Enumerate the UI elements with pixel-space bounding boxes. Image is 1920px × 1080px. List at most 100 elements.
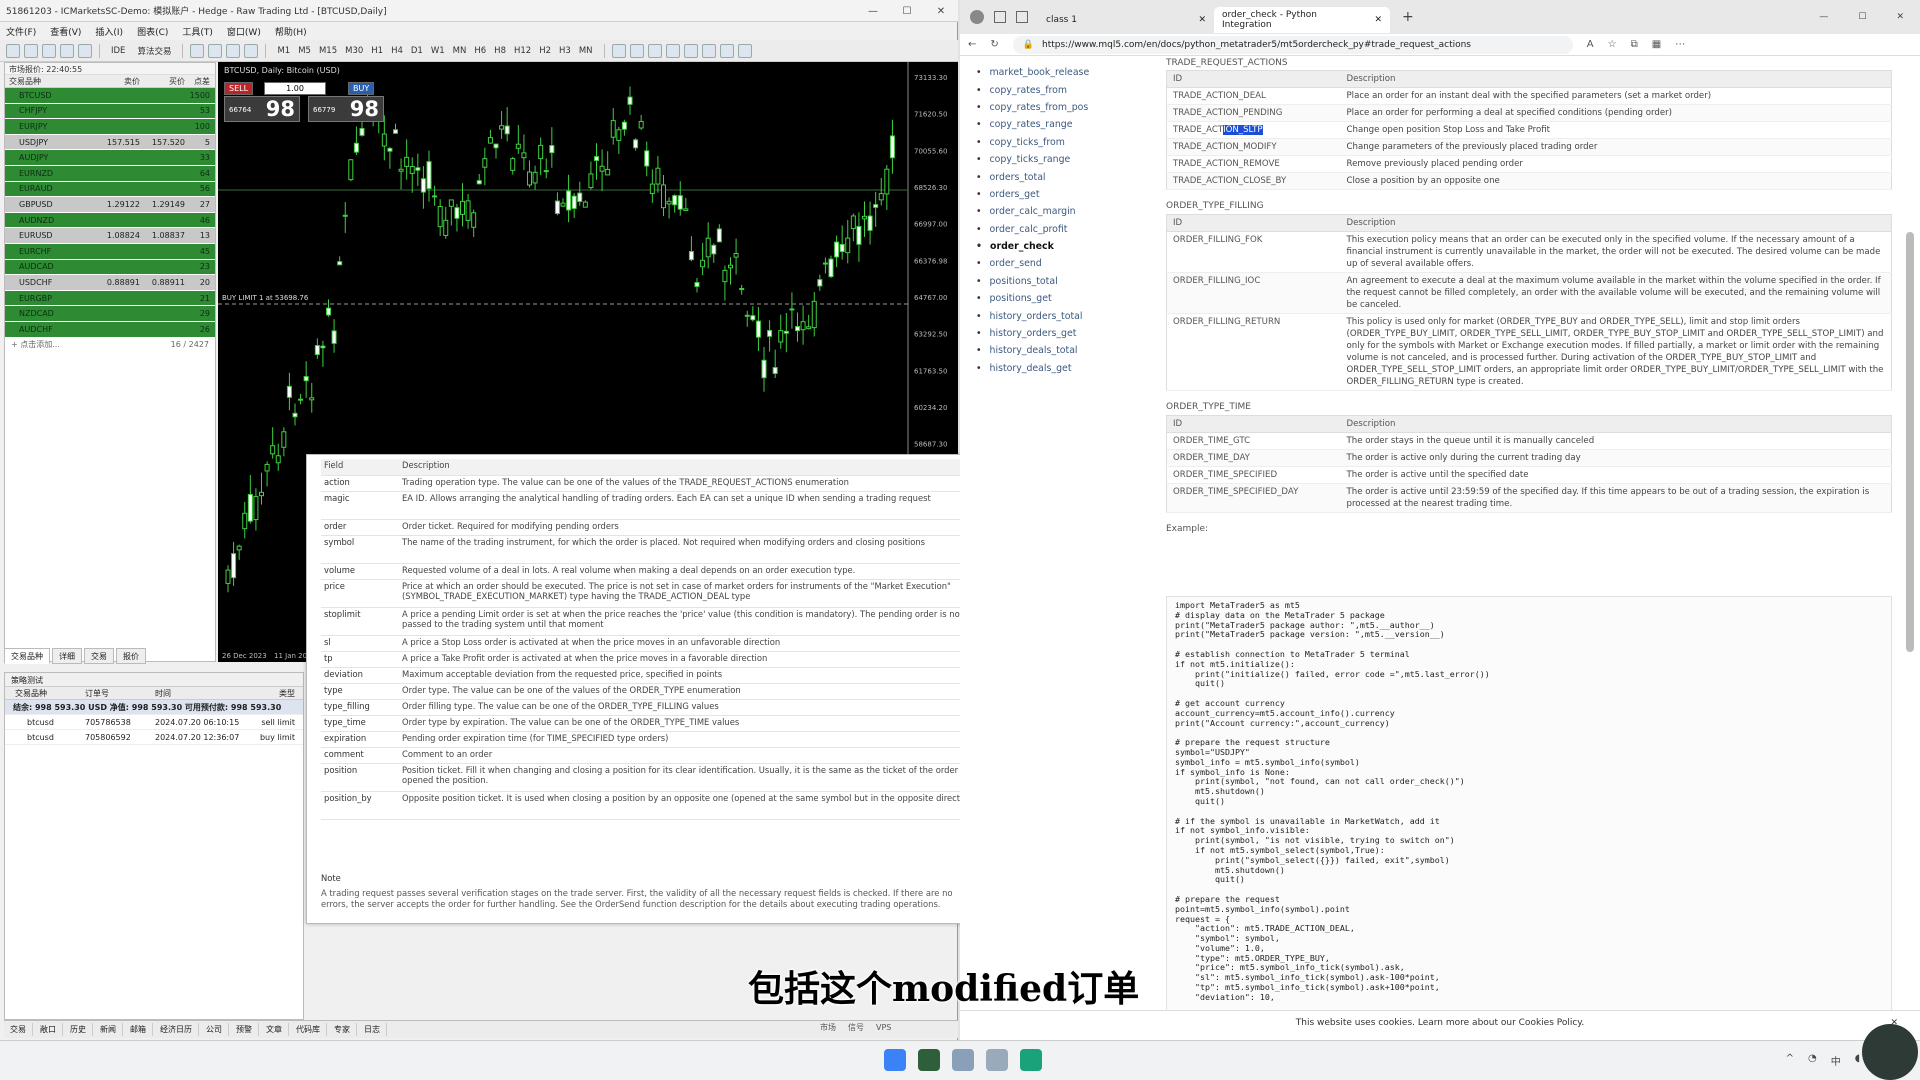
nav-link-history-orders-total[interactable]: history_orders_total <box>976 307 1146 324</box>
collections-icon[interactable]: ▦ <box>1652 39 1661 50</box>
url-text[interactable]: https://www.mql5.com/en/docs/python_meta… <box>1042 40 1471 50</box>
enum-id[interactable]: ORDER_TIME_DAY <box>1166 449 1341 467</box>
horizontal-line-icon[interactable] <box>665 43 680 58</box>
menu-item[interactable]: 窗口(W) <box>227 25 261 38</box>
page-scrollbar[interactable] <box>1906 232 1914 652</box>
timeframe-button[interactable]: H2 <box>535 46 555 56</box>
profile-icon[interactable] <box>970 10 984 24</box>
timeframe-button[interactable]: H8 <box>490 46 510 56</box>
enum-id[interactable]: ORDER_TIME_SPECIFIED_DAY <box>1166 483 1341 513</box>
nav-link-history-orders-get[interactable]: history_orders_get <box>976 325 1146 342</box>
timeframe-button[interactable]: M1 <box>273 46 294 56</box>
nav-link-copy-rates-from[interactable]: copy_rates_from <box>976 81 1146 98</box>
menu-item[interactable]: 图表(C) <box>137 25 168 38</box>
edge-icon[interactable] <box>1020 1049 1042 1071</box>
col-symbol[interactable]: 交易品种 <box>5 76 95 87</box>
maximize-icon[interactable]: ☐ <box>890 0 924 22</box>
nav-link-orders-get[interactable]: orders_get <box>976 186 1146 203</box>
network-icon[interactable]: ◔ <box>1808 1053 1817 1068</box>
toolbox-icon[interactable] <box>78 43 92 58</box>
autoscroll-icon[interactable] <box>244 43 259 58</box>
nav-link-copy-ticks-from[interactable]: copy_ticks_from <box>976 134 1146 151</box>
menu-item[interactable]: 工具(T) <box>182 25 213 38</box>
nav-link-order-send[interactable]: order_send <box>976 255 1146 272</box>
close-tab-icon[interactable]: ✕ <box>1374 15 1382 25</box>
back-icon[interactable]: ← <box>968 39 976 50</box>
nav-link-history-deals-total[interactable]: history_deals_total <box>976 342 1146 359</box>
menu-item[interactable]: 帮助(H) <box>275 25 307 38</box>
refresh-icon[interactable]: ↻ <box>990 39 998 50</box>
market-watch-row[interactable]: EURNZD 64 <box>5 165 215 182</box>
status-item[interactable]: 信号 <box>848 1023 864 1032</box>
toolbox-tab[interactable]: 日志 <box>358 1023 387 1036</box>
sell-button[interactable]: SELL <box>224 82 254 95</box>
toolbox-tab[interactable]: 文章 <box>260 1023 289 1036</box>
enum-id[interactable]: ORDER_TIME_GTC <box>1166 432 1341 450</box>
new-tab-icon[interactable]: + <box>1402 9 1414 25</box>
toolbox-tab[interactable]: 预警 <box>230 1023 259 1036</box>
market-watch-row[interactable]: EURGBP 21 <box>5 290 215 307</box>
timeframe-button[interactable]: W1 <box>427 46 449 56</box>
shapes-icon[interactable] <box>737 43 752 58</box>
close-tab-icon[interactable]: ✕ <box>1198 15 1206 25</box>
market-watch-row[interactable]: BTCUSD 1500 <box>5 88 215 104</box>
volume-icon[interactable]: ◖ <box>1855 1053 1860 1068</box>
nav-link-history-deals-get[interactable]: history_deals_get <box>976 360 1146 377</box>
tray-chevron-icon[interactable]: ^ <box>1786 1053 1794 1068</box>
toolbox-tab[interactable]: 新闻 <box>94 1023 123 1036</box>
enum-id[interactable]: TRADE_ACTION_MODIFY <box>1166 138 1341 156</box>
timeframe-button[interactable]: H4 <box>387 46 407 56</box>
market-watch-tab[interactable]: 详细 <box>52 648 82 664</box>
menu-item[interactable]: 查看(V) <box>50 25 81 38</box>
market-watch-row[interactable]: USDCHF 0.88891 0.88911 20 <box>5 275 215 291</box>
col-spread[interactable]: 点差 <box>185 76 213 87</box>
nav-link-order-calc-profit[interactable]: order_calc_profit <box>976 221 1146 238</box>
toolbox-tab[interactable]: 交易 <box>4 1023 33 1036</box>
timeframe-button[interactable]: H1 <box>367 46 387 56</box>
market-watch-row[interactable]: CHFJPY 53 <box>5 103 215 120</box>
nav-link-positions-get[interactable]: positions_get <box>976 290 1146 307</box>
market-watch-add-row[interactable]: + 点击添加... 16 / 2427 <box>5 338 215 352</box>
market-watch-row[interactable]: EURUSD 1.08824 1.08837 13 <box>5 228 215 244</box>
crosshair-icon[interactable] <box>629 43 644 58</box>
vertical-line-icon[interactable] <box>647 43 662 58</box>
toolbox-tab[interactable]: 代码库 <box>290 1023 327 1036</box>
url-input[interactable]: 🔒 https://www.mql5.com/en/docs/python_me… <box>1012 35 1573 54</box>
nav-link-copy-ticks-range[interactable]: copy_ticks_range <box>976 151 1146 168</box>
toolbox-tab[interactable]: 专家 <box>328 1023 357 1036</box>
channel-icon[interactable] <box>701 43 716 58</box>
tab-order-check[interactable]: order_check - Python Integration ✕ <box>1214 7 1390 33</box>
minimize-icon[interactable]: — <box>1819 12 1828 22</box>
market-watch-icon[interactable] <box>60 43 74 58</box>
cursor-icon[interactable] <box>611 43 626 58</box>
add-symbol-label[interactable]: + 点击添加... <box>11 339 60 350</box>
toolbox-tab[interactable]: 历史 <box>64 1023 93 1036</box>
col-ticket[interactable]: 订单号 <box>85 688 155 699</box>
workspaces-icon[interactable] <box>994 11 1006 23</box>
market-watch-row[interactable]: NZDCAD 29 <box>5 306 215 322</box>
start-icon[interactable] <box>884 1049 906 1071</box>
extensions-icon[interactable]: ⧉ <box>1631 39 1638 50</box>
text-icon[interactable] <box>719 43 734 58</box>
toolbox-tab[interactable]: 敞口 <box>34 1023 63 1036</box>
market-watch-row[interactable]: AUDJPY 33 <box>5 150 215 166</box>
buy-price-box[interactable]: 66779 98 <box>308 96 384 122</box>
toolbox-tab[interactable]: 经济日历 <box>154 1023 199 1036</box>
menu-item[interactable]: 文件(F) <box>6 25 36 38</box>
maximize-icon[interactable]: ☐ <box>1858 12 1866 22</box>
timeframe-button[interactable]: H3 <box>555 46 575 56</box>
sell-price-box[interactable]: 66764 98 <box>224 96 300 122</box>
market-watch-row[interactable]: EURAUD 56 <box>5 181 215 198</box>
enum-id[interactable]: ORDER_FILLING_RETURN <box>1166 313 1341 391</box>
enum-id[interactable]: TRADE_ACTION_SLTP <box>1166 121 1341 139</box>
favorites-icon[interactable]: ☆ <box>1608 39 1617 50</box>
timeframe-button[interactable]: MN <box>449 46 471 56</box>
market-watch-tab[interactable]: 交易品种 <box>4 648 50 664</box>
col-time[interactable]: 时间 <box>155 688 245 699</box>
nav-link-copy-rates-from-pos[interactable]: copy_rates_from_pos <box>976 99 1146 116</box>
enum-id[interactable]: ORDER_FILLING_IOC <box>1166 272 1341 314</box>
timeframe-button[interactable]: H6 <box>470 46 490 56</box>
app-icon[interactable] <box>918 1049 940 1071</box>
algo-trading-button[interactable]: 算法交易 <box>133 45 175 57</box>
app-icon[interactable] <box>952 1049 974 1071</box>
